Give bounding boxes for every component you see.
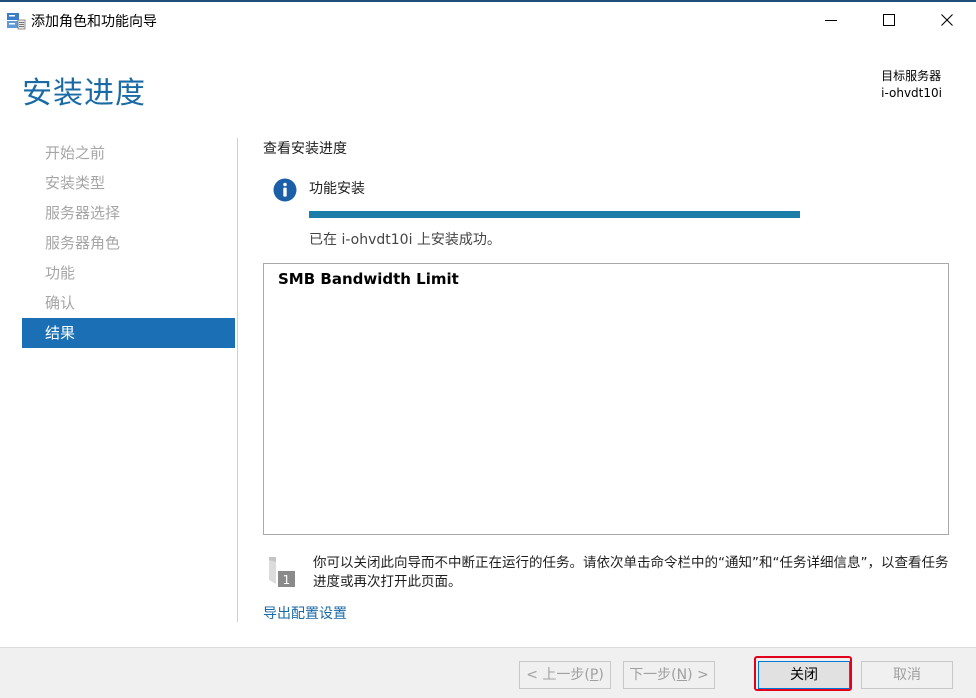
result-item: SMB Bandwidth Limit <box>278 270 459 288</box>
section-title: 查看安装进度 <box>263 141 347 157</box>
target-server: 目标服务器 i-ohvdt10i <box>881 68 942 102</box>
minimize-icon <box>825 11 837 30</box>
nav-item-server-roles: 服务器角色 <box>45 234 121 252</box>
maximize-icon <box>883 11 895 30</box>
next-label-end: ) > <box>687 667 709 683</box>
nav-item-before-you-begin: 开始之前 <box>45 144 106 162</box>
close-button[interactable]: 关闭 <box>758 661 850 689</box>
minimize-button[interactable] <box>808 5 854 35</box>
install-progress-fill <box>309 211 800 218</box>
nav-item-server-selection: 服务器选择 <box>45 204 121 222</box>
nav-divider <box>237 138 238 622</box>
next-button[interactable]: 下一步(N) > <box>623 661 715 689</box>
title-bar[interactable]: 添加角色和功能向导 <box>0 2 976 38</box>
notification-badge: 1 <box>283 573 291 587</box>
cancel-button[interactable]: 取消 <box>861 661 953 689</box>
page-title: 安装进度 <box>22 76 146 111</box>
notification-flag-icon: 1 <box>266 556 298 588</box>
nav-item-results[interactable]: 结果 <box>22 318 235 348</box>
next-label: 下一步( <box>629 667 677 683</box>
wizard-note: 你可以关闭此向导而不中断正在运行的任务。请依次单击命令栏中的“通知”和“任务详细… <box>313 555 949 590</box>
previous-label: < 上一步( <box>526 667 590 683</box>
previous-label-end: ) <box>598 667 604 683</box>
next-mnemonic: N <box>676 667 688 683</box>
target-server-label: 目标服务器 <box>881 69 942 83</box>
nav-item-features: 功能 <box>45 264 76 282</box>
wizard-footer: < 上一步(P) 下一步(N) > 关闭 取消 <box>0 647 976 698</box>
results-list[interactable]: SMB Bandwidth Limit <box>263 263 949 535</box>
wizard-nav: 开始之前 安装类型 服务器选择 服务器角色 功能 确认 结果 <box>22 138 235 348</box>
export-config-link[interactable]: 导出配置设置 <box>263 603 347 623</box>
maximize-button[interactable] <box>866 5 912 35</box>
info-icon <box>273 178 297 202</box>
nav-item-confirmation: 确认 <box>45 294 76 312</box>
window-title: 添加角色和功能向导 <box>31 14 157 30</box>
feature-install-label: 功能安装 <box>309 181 365 197</box>
server-manager-icon <box>6 11 26 31</box>
target-server-value: i-ohvdt10i <box>881 86 942 100</box>
close-window-button[interactable] <box>924 5 970 35</box>
close-icon <box>941 11 953 30</box>
nav-item-installation-type: 安装类型 <box>45 174 106 192</box>
install-progress-bar <box>309 211 800 218</box>
install-success-text: 已在 i-ohvdt10i 上安装成功。 <box>309 232 501 248</box>
previous-button[interactable]: < 上一步(P) <box>519 661 611 689</box>
